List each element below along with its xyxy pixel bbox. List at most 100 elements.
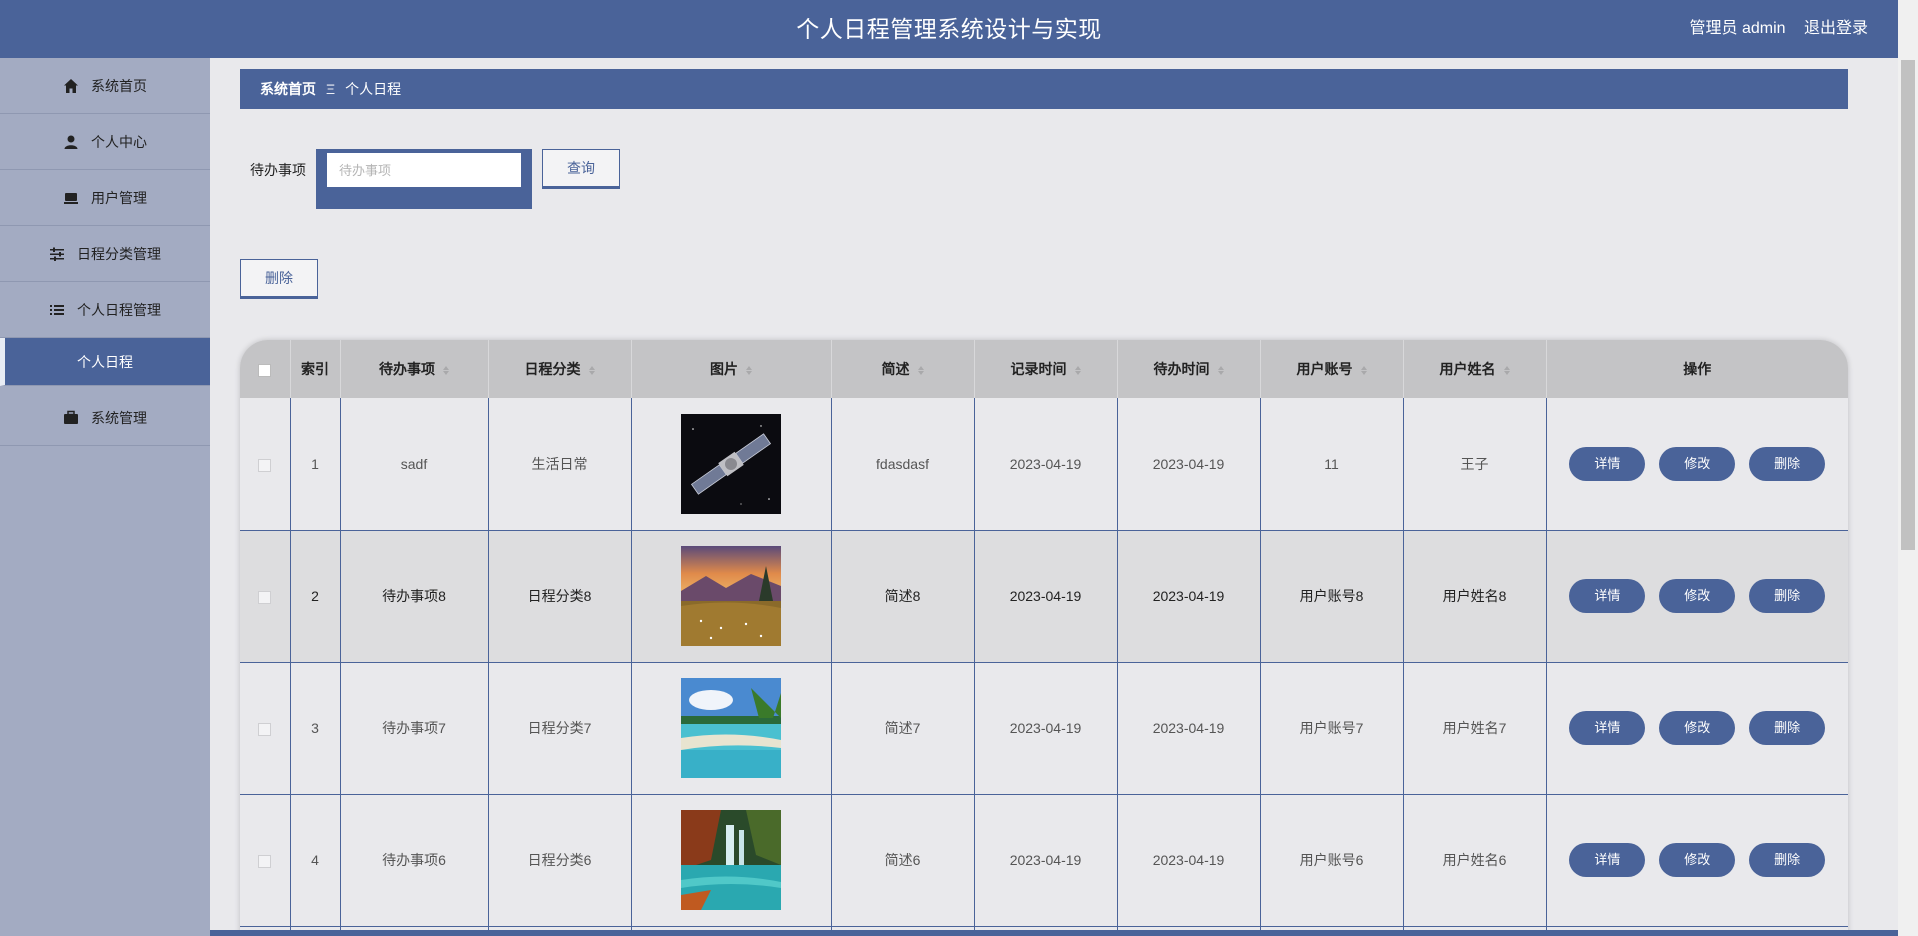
delete-button[interactable]: 删除 xyxy=(1749,843,1826,877)
breadcrumb-current: 个人日程 xyxy=(345,81,402,97)
sidebar-item-home[interactable]: 系统首页 xyxy=(0,58,210,114)
beach-image xyxy=(681,678,781,778)
sidebar-item-label: 系统管理 xyxy=(91,409,147,426)
column-header: 索引 xyxy=(290,340,341,398)
cell-summary: 简述6 xyxy=(831,794,975,927)
sunset-meadow-image xyxy=(681,546,781,646)
home-icon xyxy=(63,78,79,94)
cell-name: 用户姓名7 xyxy=(1403,662,1547,795)
scrollbar-thumb[interactable] xyxy=(1901,60,1915,550)
cell-record-time: 2023-04-19 xyxy=(974,662,1118,795)
cell-category: 日程分类8 xyxy=(488,530,632,663)
sidebar-item-label: 个人日程管理 xyxy=(77,301,161,318)
cell-todo: 待办事项6 xyxy=(340,794,489,927)
column-header[interactable]: 待办时间 xyxy=(1117,340,1261,398)
row-checkbox[interactable] xyxy=(258,722,272,736)
cell-account: 用户账号7 xyxy=(1260,662,1404,795)
row-checkbox[interactable] xyxy=(258,590,272,604)
edit-button[interactable]: 修改 xyxy=(1659,446,1736,481)
list-icon xyxy=(49,302,65,318)
cell-due-time: 2023-04-19 xyxy=(1117,530,1261,663)
detail-button[interactable]: 详情 xyxy=(1569,579,1646,613)
edit-button[interactable]: 修改 xyxy=(1659,843,1736,877)
table-row[interactable]: 4 待办事项6 日程分类6 简述6 2023-04-19 2023-04-19 … xyxy=(240,794,1848,927)
column-header[interactable]: 用户姓名 xyxy=(1403,340,1547,398)
breadcrumb-home[interactable]: 系统首页 xyxy=(260,79,316,99)
column-header[interactable]: 用户账号 xyxy=(1260,340,1404,398)
cell-name: 用户姓名6 xyxy=(1403,794,1547,927)
sort-icon[interactable] xyxy=(588,365,595,375)
cell-index: 4 xyxy=(290,794,341,927)
detail-button[interactable]: 详情 xyxy=(1569,843,1646,877)
sidebar-item-users[interactable]: 用户管理 xyxy=(0,170,210,226)
search-box xyxy=(316,149,532,209)
sort-icon[interactable] xyxy=(1074,365,1081,375)
waterfall-image xyxy=(681,810,781,910)
sidebar-item-label: 日程分类管理 xyxy=(77,245,161,262)
sidebar-item-label: 用户管理 xyxy=(91,189,147,206)
cell-todo: sadf xyxy=(340,398,489,531)
cell-account: 用户账号6 xyxy=(1260,794,1404,927)
cell-category: 日程分类6 xyxy=(488,794,632,927)
sidebar-item-system[interactable]: 系统管理 xyxy=(0,390,210,446)
sort-icon[interactable] xyxy=(1503,365,1510,375)
logout-link[interactable]: 退出登录 xyxy=(1804,20,1868,37)
table-row[interactable]: 3 待办事项7 日程分类7 简述7 2023-04-19 2023-04-19 … xyxy=(240,662,1848,795)
cell-record-time: 2023-04-19 xyxy=(974,794,1118,927)
cell-summary: fdasdasf xyxy=(831,398,975,531)
column-header[interactable]: 简述 xyxy=(831,340,975,398)
sort-icon[interactable] xyxy=(917,365,924,375)
delete-button[interactable]: 删除 xyxy=(1749,579,1826,613)
select-all-cell xyxy=(240,340,291,398)
detail-button[interactable]: 详情 xyxy=(1569,446,1646,481)
delete-button[interactable]: 删除 xyxy=(1749,446,1826,481)
user-role-label: 管理员 admin xyxy=(1689,20,1786,37)
cell-record-time: 2023-04-19 xyxy=(974,530,1118,663)
search-input[interactable] xyxy=(327,153,521,187)
sidebar-item-profile[interactable]: 个人中心 xyxy=(0,114,210,170)
briefcase-icon xyxy=(63,410,79,426)
sort-icon[interactable] xyxy=(746,365,752,375)
sidebar-item-personal-schedule-management[interactable]: 个人日程管理 xyxy=(0,282,210,338)
table-row[interactable]: 1 sadf 生活日常 fdasdasf 2023-04-19 2023-04-… xyxy=(240,398,1848,531)
sidebar-item-schedule-category[interactable]: 日程分类管理 xyxy=(0,226,210,282)
delete-button[interactable]: 删除 xyxy=(1749,711,1826,745)
satellite-image xyxy=(681,413,781,514)
sidebar-item-label: 个人日程 xyxy=(77,353,133,370)
sidebar-item-personal-schedule[interactable]: 个人日程 xyxy=(0,338,210,386)
search-label: 待办事项 xyxy=(250,162,306,178)
select-all-checkbox[interactable] xyxy=(258,363,272,377)
table-row[interactable]: 2 待办事项8 日程分类8 简述8 2023-04-19 2023-04-19 … xyxy=(240,530,1848,663)
query-button[interactable]: 查询 xyxy=(542,149,620,189)
cell-todo: 待办事项7 xyxy=(340,662,489,795)
cell-name: 王子 xyxy=(1403,398,1547,531)
sidebar-item-label: 个人中心 xyxy=(91,133,147,150)
row-checkbox[interactable] xyxy=(258,854,272,868)
cell-name: 用户姓名8 xyxy=(1403,530,1547,663)
top-header: 个人日程管理系统设计与实现 管理员 admin 退出登录 xyxy=(0,0,1898,58)
cell-category: 日程分类7 xyxy=(488,662,632,795)
user-icon xyxy=(63,134,79,150)
cell-index: 2 xyxy=(290,530,341,663)
edit-button[interactable]: 修改 xyxy=(1659,579,1736,613)
cell-record-time: 2023-04-19 xyxy=(974,398,1118,531)
sort-icon[interactable] xyxy=(1360,365,1367,375)
column-header[interactable]: 日程分类 xyxy=(488,340,632,398)
sidebar-item-label: 系统首页 xyxy=(91,77,147,94)
vertical-scrollbar[interactable] xyxy=(1898,0,1918,936)
edit-button[interactable]: 修改 xyxy=(1659,711,1736,745)
users-icon xyxy=(63,190,79,206)
sort-icon[interactable] xyxy=(1217,365,1224,375)
sort-icon[interactable] xyxy=(443,365,449,375)
cell-summary: 简述7 xyxy=(831,662,975,795)
row-checkbox[interactable] xyxy=(258,458,272,472)
column-header[interactable]: 图片 xyxy=(631,340,832,398)
detail-button[interactable]: 详情 xyxy=(1569,711,1646,745)
breadcrumb-separator: Ξ xyxy=(326,81,336,97)
column-header[interactable]: 待办事项 xyxy=(340,340,489,398)
column-header: 操作 xyxy=(1683,361,1712,377)
cell-category: 生活日常 xyxy=(488,398,632,531)
column-header[interactable]: 记录时间 xyxy=(974,340,1118,398)
batch-delete-button[interactable]: 删除 xyxy=(240,259,318,299)
cell-todo: 待办事项8 xyxy=(340,530,489,663)
